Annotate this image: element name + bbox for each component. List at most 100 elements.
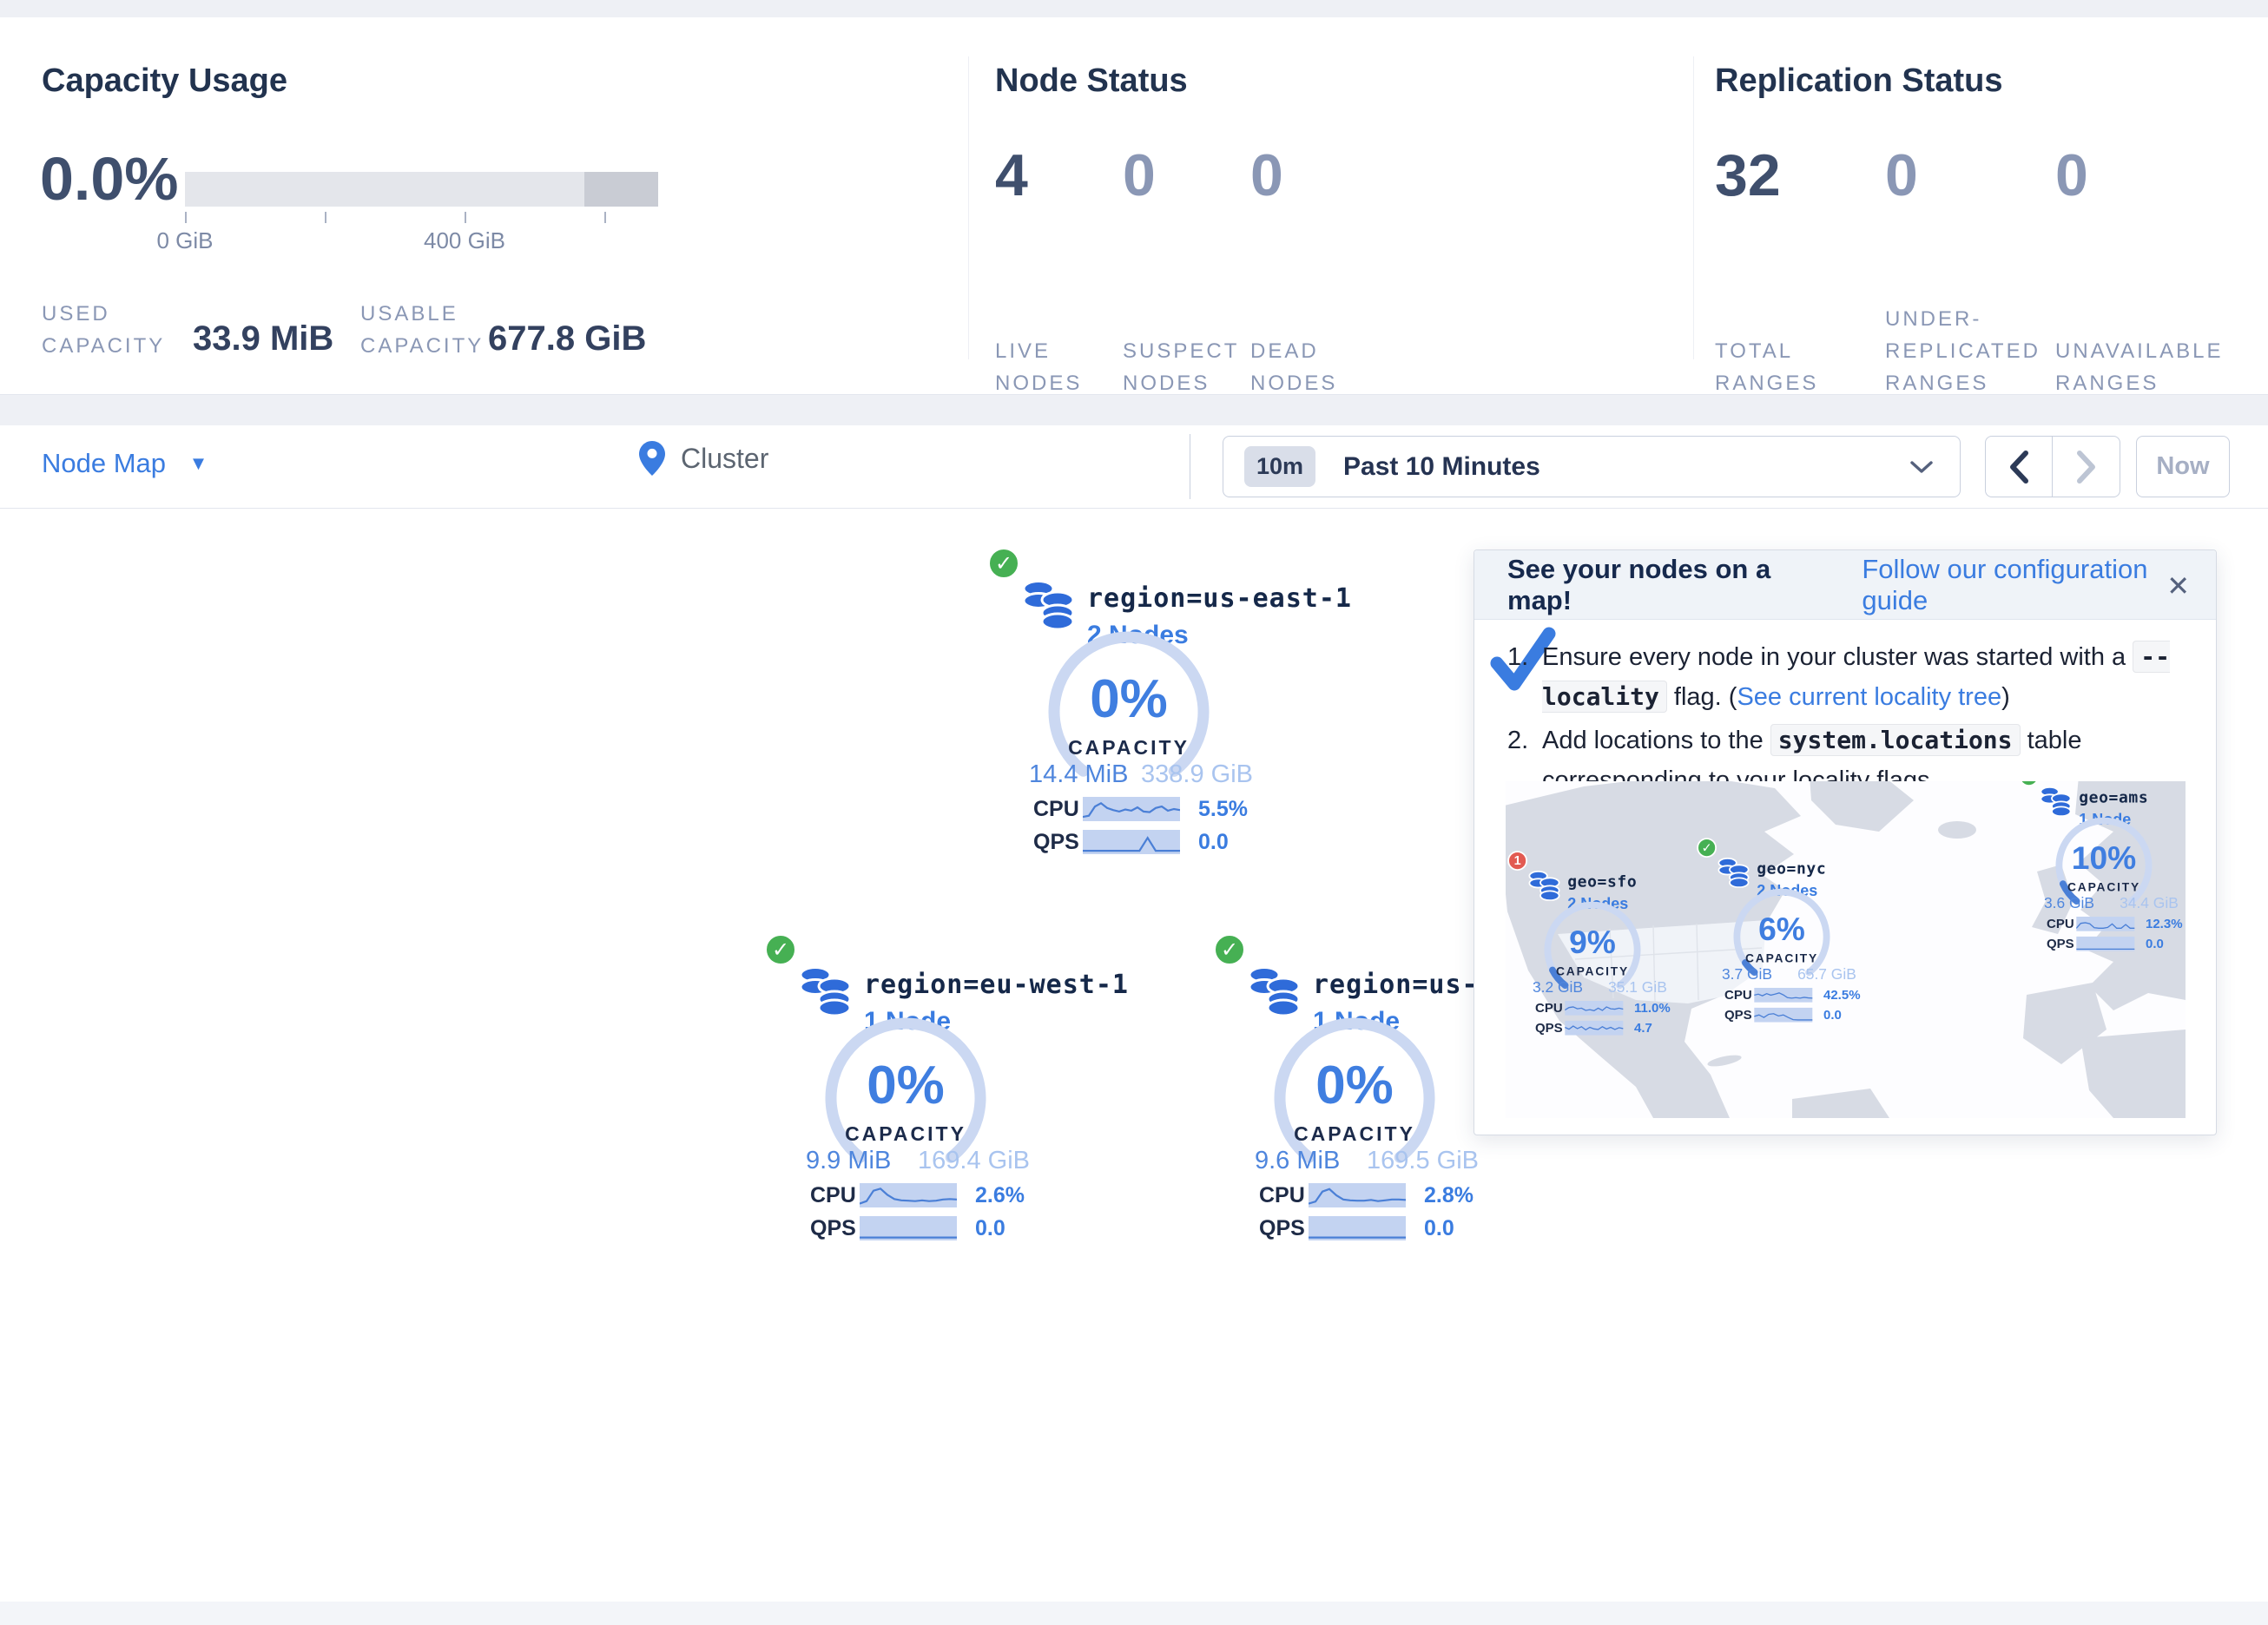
database-icon xyxy=(796,963,855,1016)
usable-capacity-label: USABLE CAPACITY xyxy=(360,298,484,362)
stat-column: 0UNDER-REPLICATEDRANGES xyxy=(1885,141,2055,399)
popup-instructions: 1.Ensure every node in your cluster was … xyxy=(1507,637,2193,804)
configuration-guide-link[interactable]: Follow our configuration guide xyxy=(1862,554,2216,616)
nodemap-toolbar: Node Map ▼ Cluster 10m Past 10 Minutes N… xyxy=(0,425,2268,509)
node-health-badge-icon: ✓ xyxy=(1697,838,1717,858)
cpu-sparkline xyxy=(1754,988,1812,1003)
capacity-usage-percent: 0.0% xyxy=(40,144,179,214)
node-widget-geo-ams[interactable]: ✓ geo=ams 1 Node 10% CAPACITY 3.6 GiB 34… xyxy=(2015,781,2186,959)
capacity-used-value: 9.6 MiB xyxy=(1255,1147,1340,1175)
cpu-value: 2.8% xyxy=(1424,1183,1474,1208)
capacity-values: 3.6 GiB 34.4 GiB xyxy=(2044,895,2179,912)
cpu-sparkline xyxy=(1083,797,1180,821)
qps-label: QPS xyxy=(1033,830,1079,855)
qps-sparkline xyxy=(1754,1008,1812,1023)
chevron-right-icon xyxy=(2076,451,2097,484)
capacity-total-value: 169.5 GiB xyxy=(1367,1147,1479,1175)
cpu-label: CPU xyxy=(1724,988,1752,1003)
capacity-word: CAPACITY xyxy=(1540,964,1645,978)
cpu-value: 11.0% xyxy=(1634,1001,1671,1016)
time-range-label: Past 10 Minutes xyxy=(1343,452,1540,482)
capacity-values: 9.6 MiB 169.5 GiB xyxy=(1255,1147,1479,1175)
node-region-label: region=eu-west-1 xyxy=(864,970,1129,1000)
cpu-value: 5.5% xyxy=(1198,797,1248,822)
capacity-usage-bar xyxy=(185,172,658,207)
inline-code: system.locations xyxy=(1770,724,2021,756)
capacity-percent: 0% xyxy=(1268,1055,1441,1116)
qps-value: 0.0 xyxy=(2146,937,2164,951)
qps-sparkline xyxy=(1083,830,1180,854)
qps-label: QPS xyxy=(810,1216,856,1241)
capacity-total-value: 65.7 GiB xyxy=(1797,966,1856,984)
capacity-word: CAPACITY xyxy=(1730,951,1834,965)
view-selector-dropdown[interactable]: Node Map ▼ xyxy=(42,448,208,479)
stat-column: 0DEADNODES xyxy=(1250,141,1378,399)
capacity-percent: 9% xyxy=(1540,924,1645,961)
capacity-total-value: 35.1 GiB xyxy=(1608,979,1667,997)
now-button[interactable]: Now xyxy=(2136,436,2230,497)
capacity-values: 14.4 MiB 338.9 GiB xyxy=(1029,760,1253,789)
time-range-dropdown[interactable]: 10m Past 10 Minutes xyxy=(1223,436,1961,497)
page-gap xyxy=(0,395,2268,425)
breadcrumb[interactable]: Cluster xyxy=(639,441,768,476)
qps-label: QPS xyxy=(2047,937,2074,951)
section-divider xyxy=(1693,56,1694,359)
capacity-used-value: 9.9 MiB xyxy=(806,1147,891,1175)
time-prev-button[interactable] xyxy=(1986,437,2053,497)
stat-column: 32TOTALRANGES xyxy=(1715,141,1885,399)
cpu-value: 2.6% xyxy=(975,1183,1025,1208)
node-widget-eu-west-1[interactable]: ✓ region=eu-west-1 1 Node 0% CAPACITY 9.… xyxy=(758,931,1053,1254)
cpu-value: 42.5% xyxy=(1823,988,1861,1003)
qps-value: 0.0 xyxy=(975,1216,1005,1241)
capacity-values: 9.9 MiB 169.4 GiB xyxy=(806,1147,1030,1175)
capacity-word: CAPACITY xyxy=(1268,1122,1441,1146)
close-icon[interactable]: ✕ xyxy=(2166,569,2190,602)
capacity-percent: 6% xyxy=(1730,911,1834,948)
database-icon xyxy=(1716,856,1751,888)
stat-column: 4LIVENODES xyxy=(995,141,1123,399)
capacity-bar-ticks xyxy=(185,212,658,224)
capacity-tick-0: 0 GiB xyxy=(150,227,220,254)
qps-value: 4.7 xyxy=(1634,1021,1652,1036)
time-step-buttons xyxy=(1985,436,2120,497)
cpu-sparkline xyxy=(860,1183,957,1207)
node-health-badge-icon: ✓ xyxy=(2019,781,2039,786)
cpu-label: CPU xyxy=(1259,1183,1305,1208)
capacity-word: CAPACITY xyxy=(819,1122,992,1146)
stat-column: 0SUSPECTNODES xyxy=(1123,141,1250,399)
cpu-label: CPU xyxy=(1535,1001,1563,1016)
capacity-tick-400: 400 GiB xyxy=(395,227,534,254)
map-pin-icon xyxy=(639,441,665,476)
replication-status-title: Replication Status xyxy=(1715,62,2003,100)
node-widget-us-west-1[interactable]: ✓ region=us-west-1 1 Node 0% CAPACITY 9.… xyxy=(1207,931,1502,1254)
node-widget-us-east-1[interactable]: ✓ region=us-east-1 2 Nodes 0% CAPACITY 1… xyxy=(981,545,1276,868)
cpu-sparkline xyxy=(1565,1001,1623,1016)
used-capacity-label: USED CAPACITY xyxy=(42,298,165,362)
database-icon xyxy=(1245,963,1304,1016)
popup-header: See your nodes on a map! Follow our conf… xyxy=(1474,550,2216,620)
capacity-used-value: 3.6 GiB xyxy=(2044,895,2094,912)
node-widget-geo-nyc[interactable]: ✓ geo=nyc 2 Nodes 6% CAPACITY 3.7 GiB 65… xyxy=(1693,837,1870,1030)
node-health-badge-icon: ✓ xyxy=(987,547,1020,580)
cpu-label: CPU xyxy=(1033,797,1079,822)
view-selector-label: Node Map xyxy=(42,448,166,478)
capacity-word: CAPACITY xyxy=(2052,880,2156,894)
qps-label: QPS xyxy=(1535,1021,1563,1036)
time-next-button[interactable] xyxy=(2053,437,2120,497)
capacity-total-value: 169.4 GiB xyxy=(918,1147,1030,1175)
node-status-title: Node Status xyxy=(995,62,1188,100)
cluster-summary-bar: Capacity Usage 0.0% 0 GiB 400 GiB USED C… xyxy=(0,17,2268,395)
locality-tree-link[interactable]: See current locality tree xyxy=(1737,683,2001,711)
database-icon xyxy=(2038,785,2074,817)
capacity-values: 3.2 GiB 35.1 GiB xyxy=(1533,979,1667,997)
capacity-percent: 0% xyxy=(819,1055,992,1116)
page-top-strip xyxy=(0,0,2268,17)
node-region-label: geo=ams xyxy=(2079,788,2148,806)
capacity-total-value: 34.4 GiB xyxy=(2120,895,2179,912)
locality-help-popup: See your nodes on a map! Follow our conf… xyxy=(1474,549,2217,1135)
capacity-usage-title: Capacity Usage xyxy=(42,62,287,100)
qps-value: 0.0 xyxy=(1198,830,1229,855)
node-health-badge-icon: 1 xyxy=(1507,851,1527,871)
capacity-used-value: 14.4 MiB xyxy=(1029,760,1128,789)
node-widget-geo-sfo[interactable]: 1 geo=sfo 2 Nodes 9% CAPACITY 3.2 GiB 35… xyxy=(1506,850,1681,1043)
